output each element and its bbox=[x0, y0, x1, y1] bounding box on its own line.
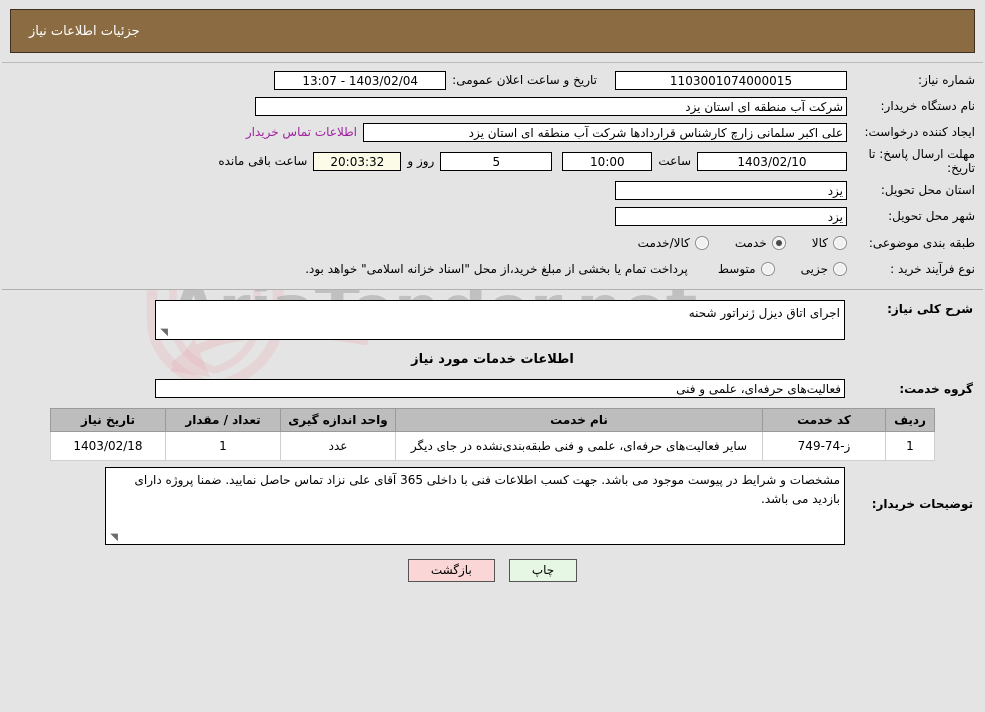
row-need-number: شماره نیاز: 1103001074000015 تاریخ و ساع… bbox=[2, 69, 983, 91]
category-option-kala-khedmat-label: کالا/خدمت bbox=[637, 236, 690, 251]
cell-name: سایر فعالیت‌های حرفه‌ای، علمی و فنی طبقه… bbox=[395, 431, 763, 462]
category-option-khedmat-label: خدمت bbox=[734, 236, 767, 251]
radio-kala-icon[interactable] bbox=[833, 236, 847, 251]
row-service-group: گروه خدمت: فعالیت‌های حرفه‌ای، علمی و فن… bbox=[2, 379, 983, 399]
print-button[interactable]: چاپ bbox=[508, 559, 578, 583]
col-header-name: نام خدمت bbox=[395, 408, 763, 433]
general-description-textarea[interactable]: اجرای اتاق دیزل ژنراتور شحنه ◥ bbox=[155, 300, 845, 341]
items-table-wrap: ردیف کد خدمت نام خدمت واحد اندازه گیری ت… bbox=[2, 408, 983, 462]
buyer-comments-textarea[interactable]: مشخصات و شرایط در پیوست موجود می باشد. ج… bbox=[105, 467, 845, 546]
radio-khedmat-icon[interactable] bbox=[771, 236, 786, 251]
purchase-option-motevaset-label: متوسط bbox=[717, 262, 756, 277]
col-header-qty: تعداد / مقدار bbox=[165, 408, 281, 433]
buyer-comments-label: توضیحات خریدار: bbox=[871, 497, 973, 512]
general-description-label: شرح کلی نیاز: bbox=[887, 302, 973, 317]
back-button[interactable]: بازگشت bbox=[407, 559, 495, 583]
remaining-countdown-field: 20:03:32 bbox=[313, 151, 402, 171]
need-number-label: شماره نیاز: bbox=[918, 72, 975, 87]
row-category: طبقه بندی موضوعی: کالا خدمت کالا/خدمت bbox=[2, 231, 983, 255]
cell-code: ز-74-749 bbox=[762, 431, 886, 462]
creator-field[interactable]: علی اکبر سلمانی زارچ کارشناس قراردادها ش… bbox=[363, 122, 847, 142]
purchase-process-label: نوع فرآیند خرید : bbox=[890, 261, 975, 276]
deadline-time-field[interactable]: 10:00 bbox=[562, 151, 653, 171]
deadline-time-label: ساعت bbox=[658, 154, 691, 169]
service-group-field[interactable]: فعالیت‌های حرفه‌ای، علمی و فنی bbox=[155, 379, 845, 399]
remaining-days-field: 5 bbox=[440, 151, 553, 171]
category-label: طبقه بندی موضوعی: bbox=[868, 235, 975, 250]
city-field[interactable]: یزد bbox=[615, 206, 847, 226]
remaining-days-label: روز و bbox=[407, 154, 435, 169]
deadline-label: مهلت ارسال پاسخ: تا تاریخ: bbox=[847, 147, 975, 175]
publish-datetime-field[interactable]: 13:07 - 1403/02/04 bbox=[274, 70, 447, 90]
general-description-value: اجرای اتاق دیزل ژنراتور شحنه bbox=[688, 306, 840, 321]
cell-radif: 1 bbox=[885, 431, 935, 462]
purchase-option-jozei[interactable]: جزیی bbox=[800, 262, 847, 277]
services-heading: اطلاعات خدمات مورد نیاز bbox=[411, 352, 574, 368]
details-section: شرح کلی نیاز: اجرای اتاق دیزل ژنراتور شح… bbox=[2, 289, 983, 583]
buyer-org-field[interactable]: شرکت آب منطقه ای استان یزد bbox=[255, 96, 847, 116]
radio-kala-khedmat-icon[interactable] bbox=[694, 236, 709, 251]
creator-label: ایجاد کننده درخواست: bbox=[864, 124, 975, 139]
col-header-code: کد خدمت bbox=[762, 408, 886, 433]
resize-grip-icon-comments[interactable]: ◥ bbox=[108, 533, 118, 543]
publish-datetime-label: تاریخ و ساعت اعلان عمومی: bbox=[452, 73, 597, 87]
province-field[interactable]: یزد bbox=[615, 180, 847, 200]
col-header-date: تاریخ نیاز bbox=[50, 408, 166, 433]
deadline-label-line2: تاریخ: bbox=[947, 161, 975, 176]
deadline-date-field[interactable]: 1403/02/10 bbox=[697, 151, 847, 171]
buyer-contact-link[interactable]: اطلاعات تماس خریدار bbox=[240, 125, 363, 139]
province-label: استان محل تحویل: bbox=[880, 182, 975, 197]
cell-qty: 1 bbox=[165, 431, 281, 462]
page-title-bar: جزئیات اطلاعات نیاز bbox=[10, 9, 975, 53]
services-heading-wrap: اطلاعات خدمات مورد نیاز bbox=[2, 352, 983, 367]
row-buyer-org: نام دستگاه خریدار: شرکت آب منطقه ای استا… bbox=[2, 95, 983, 117]
page-root: جزئیات اطلاعات نیاز شماره نیاز: 11030010… bbox=[0, 9, 985, 583]
cell-unit: عدد bbox=[280, 431, 396, 462]
resize-grip-icon[interactable]: ◥ bbox=[158, 328, 168, 338]
category-option-kala-khedmat[interactable]: کالا/خدمت bbox=[637, 236, 709, 251]
col-header-unit: واحد اندازه گیری bbox=[280, 408, 396, 433]
purchase-process-note: پرداخت تمام یا بخشی از مبلغ خرید،از محل … bbox=[305, 262, 688, 277]
buyer-comments-value: مشخصات و شرایط در پیوست موجود می باشد. ج… bbox=[134, 473, 840, 506]
deadline-label-line1: مهلت ارسال پاسخ: تا bbox=[868, 147, 975, 161]
service-group-label: گروه خدمت: bbox=[899, 381, 973, 396]
row-creator: ایجاد کننده درخواست: علی اکبر سلمانی زار… bbox=[2, 121, 983, 143]
purchase-option-motevaset[interactable]: متوسط bbox=[717, 262, 775, 277]
city-label: شهر محل تحویل: bbox=[888, 208, 975, 223]
cell-date: 1403/02/18 bbox=[50, 431, 166, 462]
radio-motevaset-icon[interactable] bbox=[760, 262, 775, 277]
row-city: شهر محل تحویل: یزد bbox=[2, 205, 983, 227]
purchase-option-jozei-label: جزیی bbox=[800, 262, 828, 277]
col-header-radif: ردیف bbox=[885, 408, 935, 433]
remaining-hours-label: ساعت باقی مانده bbox=[218, 154, 308, 169]
buyer-org-label: نام دستگاه خریدار: bbox=[880, 98, 976, 113]
category-option-kala[interactable]: کالا bbox=[811, 236, 847, 251]
action-buttons-bar: چاپ بازگشت bbox=[2, 559, 983, 583]
need-info-panel: شماره نیاز: 1103001074000015 تاریخ و ساع… bbox=[2, 62, 983, 290]
category-option-kala-label: کالا bbox=[811, 236, 828, 251]
category-option-khedmat[interactable]: خدمت bbox=[734, 236, 786, 251]
page-title: جزئیات اطلاعات نیاز bbox=[29, 23, 140, 39]
table-row: 1 ز-74-749 سایر فعالیت‌های حرفه‌ای، علمی… bbox=[50, 431, 935, 462]
table-header-row: ردیف کد خدمت نام خدمت واحد اندازه گیری ت… bbox=[50, 408, 935, 433]
row-deadline: مهلت ارسال پاسخ: تا تاریخ: 1403/02/10 سا… bbox=[2, 147, 983, 175]
row-purchase-process: نوع فرآیند خرید : جزیی متوسط پرداخت تمام… bbox=[2, 257, 983, 281]
row-general-description: شرح کلی نیاز: اجرای اتاق دیزل ژنراتور شح… bbox=[2, 300, 983, 341]
row-province: استان محل تحویل: یزد bbox=[2, 179, 983, 201]
radio-jozei-icon[interactable] bbox=[833, 262, 847, 277]
items-table: ردیف کد خدمت نام خدمت واحد اندازه گیری ت… bbox=[50, 408, 935, 462]
row-buyer-comments: توضیحات خریدار: مشخصات و شرایط در پیوست … bbox=[2, 467, 983, 546]
need-number-field[interactable]: 1103001074000015 bbox=[615, 70, 847, 90]
